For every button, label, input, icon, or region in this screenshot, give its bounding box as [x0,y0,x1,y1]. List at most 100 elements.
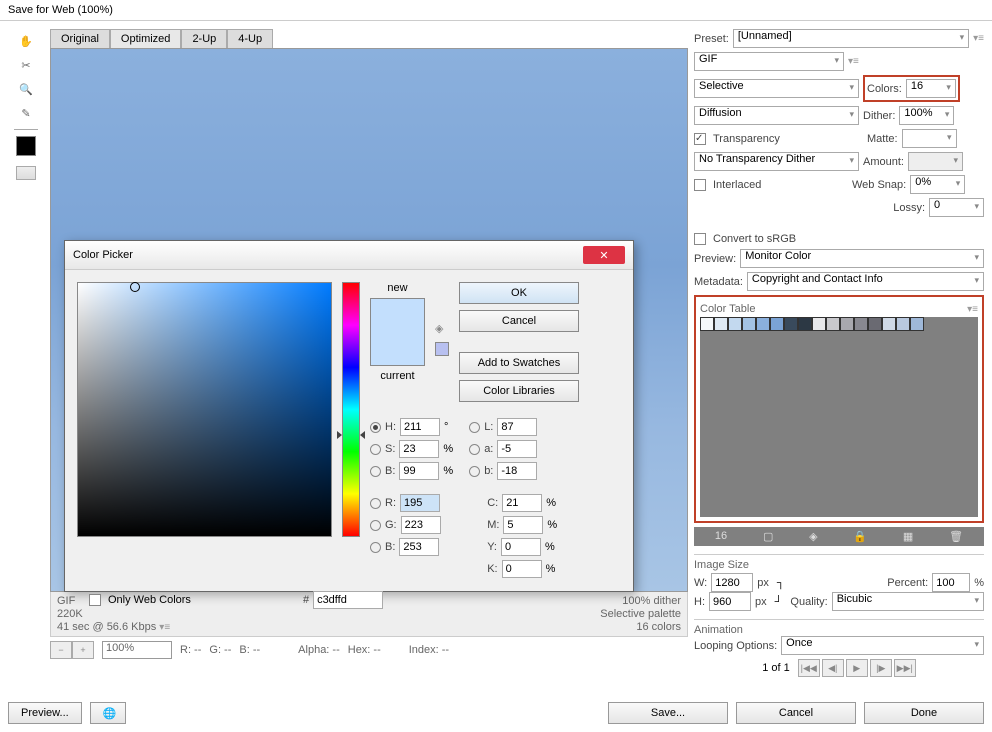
metadata-select[interactable]: Copyright and Contact Info [747,272,984,291]
ct-icon-3[interactable]: 🔒 [853,530,867,543]
color-swatch[interactable] [784,317,798,331]
color-swatch[interactable] [728,317,742,331]
br-input[interactable] [399,462,439,480]
ct-icon-1[interactable]: ▢ [763,530,773,543]
bl-radio[interactable] [370,542,381,553]
color-swatch[interactable] [826,317,840,331]
ct-icon-4[interactable]: ▦ [903,530,913,543]
eyedropper-tool-icon[interactable]: ✎ [14,103,38,123]
bl-input[interactable] [399,538,439,556]
color-swatch[interactable] [798,317,812,331]
color-swatch[interactable] [756,317,770,331]
cancel-button[interactable]: Cancel [736,702,856,724]
color-swatch[interactable] [854,317,868,331]
transparency-checkbox[interactable] [694,133,706,145]
lossy-input[interactable]: 0 [929,198,984,217]
hex-input[interactable] [313,591,383,609]
zoom-select[interactable]: 100% [102,641,172,659]
done-button[interactable]: Done [864,702,984,724]
saturation-brightness-field[interactable] [77,282,332,537]
c-input[interactable] [502,494,542,512]
first-frame-button[interactable]: |◀◀ [798,659,820,677]
ct-icon-2[interactable]: ◈ [809,530,817,543]
play-button[interactable]: ▶ [846,659,868,677]
color-swatch[interactable] [812,317,826,331]
preset-select[interactable]: [Unnamed] [733,29,969,48]
y-input[interactable] [501,538,541,556]
quality-select[interactable]: Bicubic [832,592,984,611]
gamut-warning-icon[interactable]: ◈ [435,322,449,336]
dither-alg-select[interactable]: Diffusion [694,106,859,125]
colors-input[interactable]: 16 [906,79,956,98]
color-table[interactable] [700,317,978,517]
color-swatch[interactable] [700,317,714,331]
g-input[interactable] [401,516,441,534]
hand-tool-icon[interactable]: ✋ [14,31,38,51]
tab-4up[interactable]: 4-Up [227,29,273,48]
last-frame-button[interactable]: ▶▶| [894,659,916,677]
height-input[interactable] [709,592,751,611]
format-flyout-icon[interactable]: ▾≡ [848,56,859,67]
loop-select[interactable]: Once [781,636,984,655]
ok-button[interactable]: OK [459,282,579,304]
color-swatch[interactable] [714,317,728,331]
br-radio[interactable] [370,466,381,477]
next-frame-button[interactable]: |▶ [870,659,892,677]
color-table-flyout-icon[interactable]: ▾≡ [967,304,978,315]
color-marker[interactable] [130,282,140,292]
new-current-swatch[interactable] [370,298,425,366]
slice-tool-icon[interactable]: ✂ [14,55,38,75]
h-input[interactable] [400,418,440,436]
ct-trash-icon[interactable]: 🗑 [949,530,963,543]
hue-slider[interactable] [342,282,360,537]
a-input[interactable] [497,440,537,458]
picker-cancel-button[interactable]: Cancel [459,310,579,332]
zoom-out-button[interactable]: − [50,641,72,659]
dither-input[interactable]: 100% [899,106,954,125]
s-radio[interactable] [370,444,381,455]
s-input[interactable] [399,440,439,458]
tab-optimized[interactable]: Optimized [110,29,182,48]
zoom-in-button[interactable]: + [72,641,94,659]
slice-visibility-icon[interactable] [16,166,36,180]
color-swatch[interactable] [742,317,756,331]
interlaced-checkbox[interactable] [694,179,706,191]
percent-input[interactable] [932,573,970,592]
r-radio[interactable] [370,498,381,509]
preset-flyout-icon[interactable]: ▾≡ [973,33,984,44]
foreground-swatch[interactable] [16,136,36,156]
websnap-input[interactable]: 0% [910,175,965,194]
color-swatch[interactable] [896,317,910,331]
l-radio[interactable] [469,422,480,433]
trans-dither-select[interactable]: No Transparency Dither [694,152,859,171]
tab-2up[interactable]: 2-Up [181,29,227,48]
only-web-checkbox[interactable] [89,594,101,606]
tab-original[interactable]: Original [50,29,110,48]
reduction-select[interactable]: Selective [694,79,859,98]
color-swatch[interactable] [840,317,854,331]
color-swatch[interactable] [882,317,896,331]
preview-select[interactable]: Monitor Color [740,249,984,268]
b-radio[interactable] [469,466,480,477]
srgb-checkbox[interactable] [694,233,706,245]
b-input[interactable] [497,462,537,480]
color-libraries-button[interactable]: Color Libraries [459,380,579,402]
add-swatches-button[interactable]: Add to Swatches [459,352,579,374]
preview-button[interactable]: Preview... [8,702,82,724]
matte-select[interactable] [902,129,957,148]
close-icon[interactable]: ✕ [583,246,625,264]
h-radio[interactable] [370,422,381,433]
save-button[interactable]: Save... [608,702,728,724]
color-swatch[interactable] [770,317,784,331]
r-input[interactable] [400,494,440,512]
color-swatch[interactable] [868,317,882,331]
amount-input[interactable] [908,152,963,171]
color-swatch[interactable] [910,317,924,331]
l-input[interactable] [497,418,537,436]
websafe-swatch[interactable] [435,342,449,356]
m-input[interactable] [503,516,543,534]
browser-preview-button[interactable]: 🌐 [90,702,126,724]
prev-frame-button[interactable]: ◀| [822,659,844,677]
g-radio[interactable] [370,520,381,531]
width-input[interactable] [711,573,753,592]
